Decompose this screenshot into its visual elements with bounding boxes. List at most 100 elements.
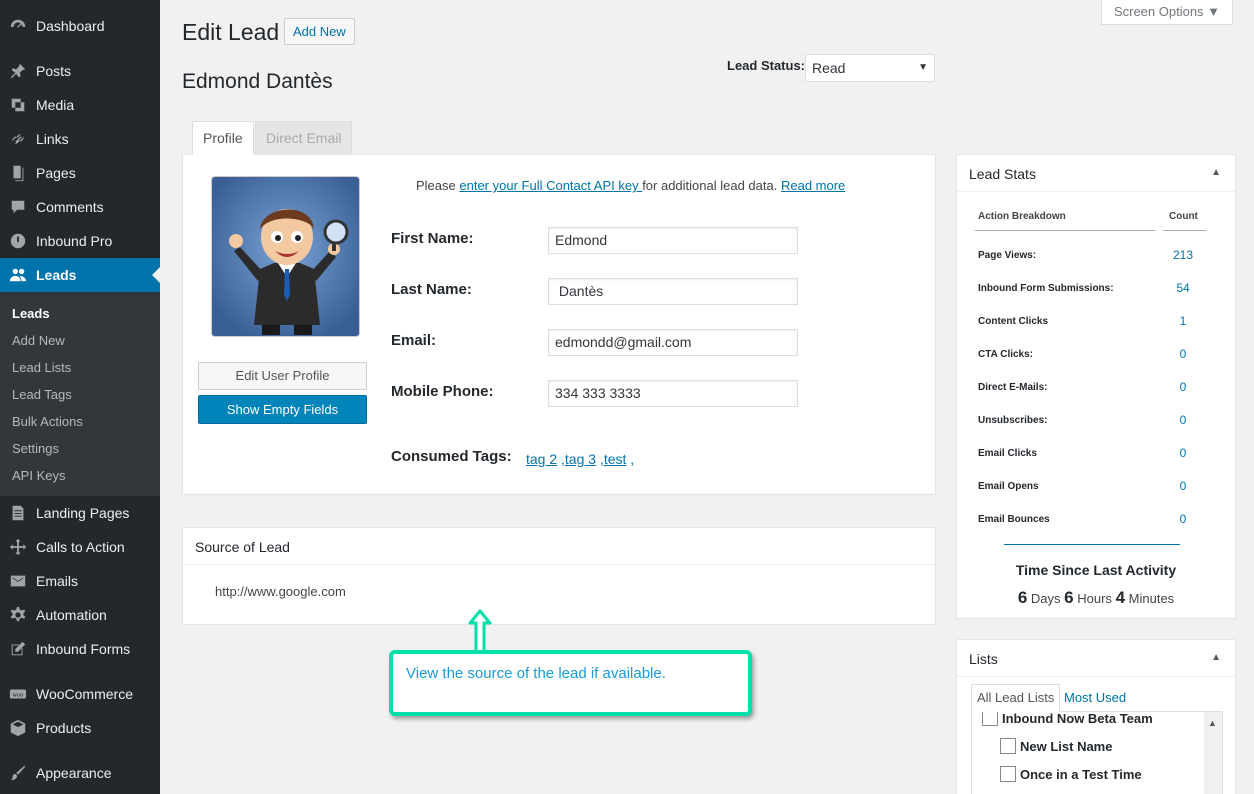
lead-stats-box: Lead Stats ▲ Action Breakdown Count Page… [956, 154, 1236, 619]
submenu-lead-tags[interactable]: Lead Tags [12, 387, 72, 402]
gear-icon [0, 606, 36, 624]
submenu-settings[interactable]: Settings [12, 441, 59, 456]
stat-count[interactable]: 0 [1163, 413, 1203, 427]
lead-stats-title: Lead Stats [969, 166, 1036, 182]
stat-count[interactable]: 0 [1163, 446, 1203, 460]
consumed-tags-label: Consumed Tags: [391, 448, 512, 465]
menu-automation[interactable]: Automation [0, 598, 160, 632]
list-checkbox[interactable] [982, 710, 998, 726]
menu-label: Appearance [36, 765, 112, 781]
divider [1163, 230, 1206, 231]
menu-label: Posts [36, 63, 72, 79]
lists-title: Lists [969, 651, 998, 667]
stat-label: Email Bounces [978, 514, 1050, 525]
days-value: 6 [1017, 588, 1028, 607]
menu-emails[interactable]: Emails [0, 564, 160, 598]
tab-profile[interactable]: Profile [192, 121, 254, 155]
menu-leads[interactable]: Leads [0, 258, 160, 292]
first-name-label: First Name: [391, 230, 474, 247]
list-item-label: Inbound Now Beta Team [1002, 710, 1153, 726]
mobile-phone-label: Mobile Phone: [391, 383, 494, 400]
api-notice: Please enter your Full Contact API key f… [416, 178, 845, 193]
stat-count[interactable]: 213 [1163, 248, 1203, 262]
leads-submenu: Leads Add New Lead Lists Lead Tags Bulk … [0, 292, 160, 496]
source-url: http://www.google.com [215, 584, 346, 599]
submenu-lead-lists[interactable]: Lead Lists [12, 360, 71, 375]
list-checkbox[interactable] [1000, 738, 1016, 754]
menu-label: Calls to Action [36, 539, 125, 555]
menu-label: Inbound Pro [36, 233, 113, 249]
callout-arrow-icon [468, 609, 492, 654]
menu-label: Inbound Forms [36, 641, 131, 657]
lead-name: Edmond Dantès [182, 70, 333, 93]
comment-icon [0, 198, 36, 216]
list-checkbox[interactable] [1000, 766, 1016, 782]
scrollbar[interactable]: ▲ [1204, 712, 1222, 794]
minutes-value: 4 [1115, 588, 1126, 607]
menu-inbound-pro[interactable]: Inbound Pro [0, 224, 160, 258]
lead-status-select[interactable]: Read ▼ [805, 54, 935, 82]
tag-link[interactable]: tag 2 [526, 451, 557, 467]
api-key-link[interactable]: enter your Full Contact API key [459, 178, 642, 193]
stats-header-action: Action Breakdown [978, 211, 1066, 222]
menu-pages[interactable]: Pages [0, 156, 160, 190]
envelope-icon [0, 572, 36, 590]
divider [975, 230, 1155, 231]
menu-dashboard[interactable]: Dashboard [0, 9, 160, 43]
menu-media[interactable]: Media [0, 88, 160, 122]
dashboard-icon [0, 17, 36, 35]
list-item: Inbound Now Beta Team [982, 710, 1153, 726]
last-name-field[interactable]: Dantès [548, 278, 798, 305]
document-icon [0, 504, 36, 522]
avatar [211, 176, 360, 337]
collapse-toggle-icon[interactable]: ▲ [1211, 167, 1221, 178]
menu-inbound-forms[interactable]: Inbound Forms [0, 632, 160, 666]
menu-comments[interactable]: Comments [0, 190, 160, 224]
stat-count[interactable]: 0 [1163, 512, 1203, 526]
stat-label: CTA Clicks: [978, 349, 1034, 360]
menu-links[interactable]: Links [0, 122, 160, 156]
stat-count[interactable]: 0 [1163, 479, 1203, 493]
tab-all-lead-lists[interactable]: All Lead Lists [971, 684, 1061, 712]
power-icon [0, 232, 36, 250]
menu-products[interactable]: Products [0, 711, 160, 745]
lead-status-label: Lead Status: [727, 58, 806, 73]
admin-sidebar: Dashboard Posts Media Links Pages Commen… [0, 0, 160, 794]
menu-woocommerce[interactable]: woo WooCommerce [0, 677, 160, 711]
menu-landing-pages[interactable]: Landing Pages [0, 496, 160, 530]
tag-link[interactable]: tag 3 [565, 451, 596, 467]
source-of-lead-panel: Source of Lead http://www.google.com [182, 527, 936, 625]
edit-user-profile-button[interactable]: Edit User Profile [198, 362, 367, 390]
menu-label: Media [36, 97, 75, 113]
days-label: Days [1030, 591, 1061, 606]
tag-link[interactable]: test [604, 451, 627, 467]
submenu-add-new[interactable]: Add New [12, 333, 65, 348]
mobile-phone-field[interactable]: 334 333 3333 [548, 380, 798, 407]
add-new-button[interactable]: Add New [284, 18, 355, 45]
stat-count[interactable]: 54 [1163, 281, 1203, 295]
submenu-bulk-actions[interactable]: Bulk Actions [12, 414, 83, 429]
submenu-api-keys[interactable]: API Keys [12, 468, 65, 483]
media-icon [0, 96, 36, 114]
tab-direct-email[interactable]: Direct Email [255, 121, 353, 155]
read-more-link[interactable]: Read more [781, 178, 845, 193]
tab-most-used[interactable]: Most Used [1064, 690, 1126, 705]
screen-options-button[interactable]: Screen Options ▼ [1101, 0, 1233, 25]
stat-label: Email Clicks [978, 448, 1037, 459]
lists-scroll-area[interactable]: Inbound Now Beta Team New List Name Once… [971, 710, 1223, 794]
email-field[interactable]: edmondd@gmail.com [548, 329, 798, 356]
menu-appearance[interactable]: Appearance [0, 756, 160, 790]
menu-calls-to-action[interactable]: Calls to Action [0, 530, 160, 564]
stat-count[interactable]: 0 [1163, 347, 1203, 361]
list-item-label: New List Name [1020, 738, 1113, 754]
submenu-leads[interactable]: Leads [12, 306, 50, 321]
first-name-field[interactable]: Edmond [548, 227, 798, 254]
list-item-label: Once in a Test Time [1020, 766, 1142, 782]
list-item: New List Name [1000, 738, 1112, 754]
scroll-up-icon[interactable]: ▲ [1208, 718, 1217, 728]
show-empty-fields-button[interactable]: Show Empty Fields [198, 395, 367, 424]
stat-count[interactable]: 0 [1163, 380, 1203, 394]
collapse-toggle-icon[interactable]: ▲ [1211, 652, 1221, 663]
stat-count[interactable]: 1 [1163, 314, 1203, 328]
menu-posts[interactable]: Posts [0, 54, 160, 88]
